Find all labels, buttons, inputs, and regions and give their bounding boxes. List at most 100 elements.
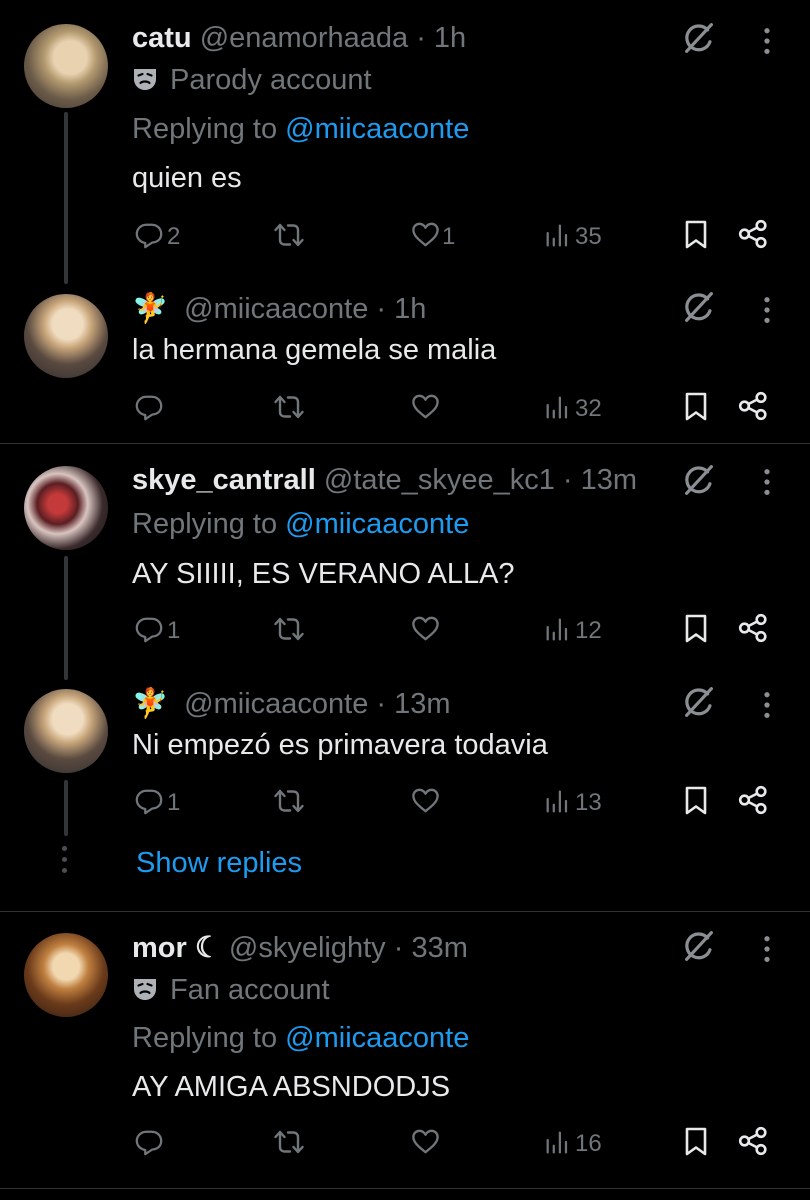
share-icon[interactable]	[737, 1125, 769, 1157]
replying-to: Replying to @miicaaconte	[132, 113, 469, 146]
username[interactable]: @tate_skyee_kc1	[324, 464, 555, 496]
views-icon[interactable]	[543, 220, 573, 250]
replying-prefix: Replying to	[132, 508, 278, 540]
display-name[interactable]: skye_cantrall	[132, 464, 316, 496]
username[interactable]: @miicaaconte	[184, 293, 368, 325]
view-count: 12	[575, 617, 602, 644]
like-icon[interactable]	[410, 391, 441, 422]
retweet-icon[interactable]	[273, 785, 305, 817]
like-icon[interactable]	[410, 613, 441, 644]
reply-count: 1	[167, 617, 181, 644]
reply-icon[interactable]	[134, 614, 164, 644]
name-emoji[interactable]: 🧚	[132, 293, 168, 325]
username[interactable]: @skyelighty	[229, 932, 386, 964]
account-label: Fan account	[132, 974, 330, 1007]
mask-icon	[132, 66, 158, 92]
reply-icon[interactable]	[134, 786, 164, 816]
bookmark-icon[interactable]	[680, 612, 712, 644]
grok-icon[interactable]	[680, 19, 718, 57]
views-icon[interactable]	[543, 1127, 573, 1157]
avatar[interactable]	[24, 933, 108, 1017]
retweet-icon[interactable]	[273, 391, 305, 423]
retweet-icon[interactable]	[273, 613, 305, 645]
more-icon[interactable]	[762, 26, 772, 56]
share-icon[interactable]	[737, 390, 769, 422]
timestamp[interactable]: · 1h	[416, 22, 466, 54]
grok-icon[interactable]	[680, 927, 718, 965]
thread-connector	[64, 780, 68, 836]
timestamp[interactable]: · 13m	[563, 464, 637, 496]
share-icon[interactable]	[737, 784, 769, 816]
bookmark-icon[interactable]	[680, 218, 712, 250]
avatar[interactable]	[24, 689, 108, 773]
username[interactable]: @miicaaconte	[184, 688, 368, 720]
divider	[0, 911, 810, 912]
more-icon[interactable]	[762, 467, 772, 497]
view-count: 32	[575, 395, 602, 422]
account-label-text: Parody account	[170, 64, 372, 96]
bookmark-icon[interactable]	[680, 784, 712, 816]
retweet-icon[interactable]	[273, 1126, 305, 1158]
views-icon[interactable]	[543, 786, 573, 816]
view-count: 16	[575, 1130, 602, 1157]
share-icon[interactable]	[737, 218, 769, 250]
reply-icon[interactable]	[134, 220, 164, 250]
tweet-text: AY AMIGA ABSNDODJS	[132, 1071, 451, 1103]
username[interactable]: @enamorhaada	[200, 22, 408, 54]
tweet-header: 🧚 @miicaaconte · 1h	[132, 292, 426, 326]
tweet-text: Ni empezó es primavera todavia	[132, 729, 548, 761]
timestamp[interactable]: · 1h	[376, 293, 426, 325]
like-icon[interactable]	[410, 1126, 441, 1157]
tweet-header: catu @enamorhaada · 1h	[132, 22, 466, 55]
tweet-text: AY SIIIII, ES VERANO ALLA?	[132, 558, 515, 590]
bookmark-icon[interactable]	[680, 1125, 712, 1157]
like-count: 1	[442, 223, 456, 250]
like-icon[interactable]	[410, 219, 441, 250]
grok-icon[interactable]	[680, 461, 718, 499]
show-replies-link[interactable]: Show replies	[136, 847, 302, 880]
more-icon[interactable]	[762, 690, 772, 720]
display-name[interactable]: mor ☾	[132, 932, 221, 964]
avatar[interactable]	[24, 294, 108, 378]
share-icon[interactable]	[737, 612, 769, 644]
more-icon[interactable]	[762, 295, 772, 325]
avatar[interactable]	[24, 24, 108, 108]
name-emoji[interactable]: 🧚	[132, 688, 168, 720]
tweet-header: mor ☾ @skyelighty · 33m	[132, 930, 468, 965]
timestamp[interactable]: · 13m	[376, 688, 450, 720]
replying-prefix: Replying to	[132, 113, 278, 145]
divider	[0, 443, 810, 444]
retweet-icon[interactable]	[273, 219, 305, 251]
tweet-text: la hermana gemela se malia	[132, 334, 497, 366]
tweet-text: quien es	[132, 162, 242, 194]
account-label: Parody account	[132, 64, 372, 97]
thread-more-dots	[62, 846, 68, 879]
divider	[0, 1188, 810, 1189]
grok-icon[interactable]	[680, 683, 718, 721]
views-icon[interactable]	[543, 614, 573, 644]
thread-connector	[64, 556, 68, 680]
account-label-text: Fan account	[170, 974, 330, 1006]
view-count: 13	[575, 789, 602, 816]
view-count: 35	[575, 223, 602, 250]
mask-icon	[132, 976, 158, 1002]
replying-prefix: Replying to	[132, 1022, 278, 1054]
timestamp[interactable]: · 33m	[394, 932, 468, 964]
tweet-header: skye_cantrall @tate_skyee_kc1 · 13m	[132, 464, 637, 497]
grok-icon[interactable]	[680, 288, 718, 326]
mention-link[interactable]: @miicaaconte	[285, 1022, 469, 1054]
display-name[interactable]: catu	[132, 22, 192, 54]
reply-count: 1	[167, 789, 181, 816]
mention-link[interactable]: @miicaaconte	[285, 508, 469, 540]
replying-to: Replying to @miicaaconte	[132, 508, 469, 541]
tweet-header: 🧚 @miicaaconte · 13m	[132, 687, 451, 721]
replying-to: Replying to @miicaaconte	[132, 1022, 469, 1055]
like-icon[interactable]	[410, 785, 441, 816]
bookmark-icon[interactable]	[680, 390, 712, 422]
mention-link[interactable]: @miicaaconte	[285, 113, 469, 145]
views-icon[interactable]	[543, 392, 573, 422]
more-icon[interactable]	[762, 934, 772, 964]
reply-icon[interactable]	[134, 1127, 164, 1157]
avatar[interactable]	[24, 466, 108, 550]
reply-icon[interactable]	[134, 392, 164, 422]
